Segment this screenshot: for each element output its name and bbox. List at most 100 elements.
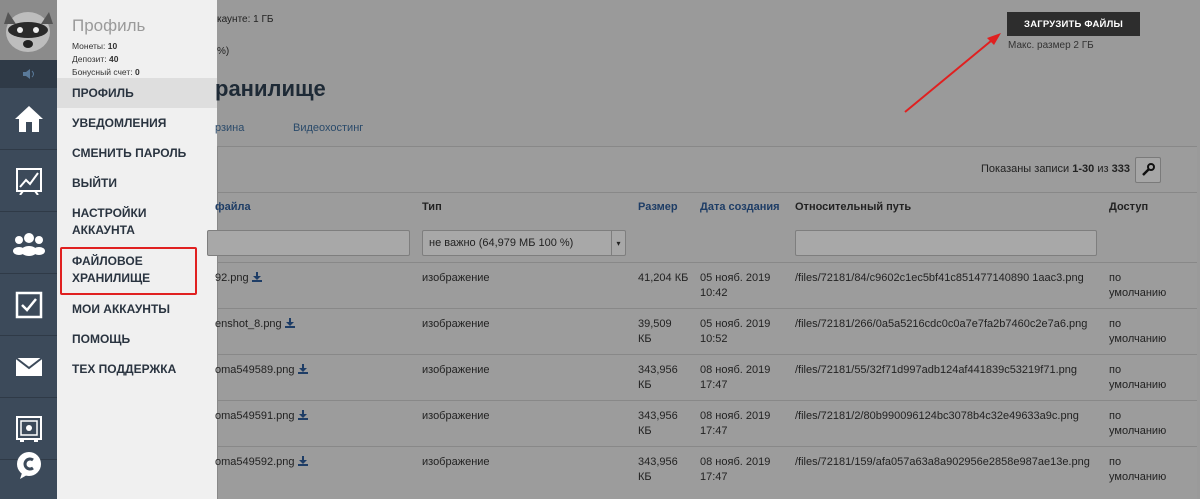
- usage-percent: %): [217, 46, 230, 57]
- file-name-cell: 92.png: [215, 271, 415, 286]
- access-line-2: умолчанию: [1109, 287, 1167, 299]
- avatar[interactable]: [0, 0, 57, 60]
- menu-item-support[interactable]: ТЕХ ПОДДЕРЖКА: [57, 354, 217, 384]
- access-line-2: умолчанию: [1109, 333, 1167, 345]
- access-line-1: по: [1109, 364, 1122, 376]
- file-path: /files/72181/159/afa057a63a8a902956e2858…: [795, 456, 1090, 468]
- file-type: изображение: [422, 272, 490, 284]
- chat-icon[interactable]: [0, 430, 57, 499]
- size-unit: КБ: [638, 379, 652, 391]
- date-value: 05 нояб. 2019: [700, 272, 771, 284]
- file-date: 05 нояб. 2019 10:52: [700, 317, 790, 347]
- access-line-2: умолчанию: [1109, 379, 1167, 391]
- main-content: каунте: 1 ГБ %) ЗАГРУЗИТЬ ФАЙЛЫ Макс. ра…: [207, 0, 1200, 499]
- size-unit: КБ: [638, 333, 652, 345]
- file-date: 08 нояб. 2019 17:47: [700, 455, 790, 485]
- path-filter-input[interactable]: [795, 230, 1097, 256]
- deposit-value: 40: [109, 54, 119, 64]
- chart-icon[interactable]: [0, 150, 57, 212]
- time-value: 10:52: [700, 333, 728, 345]
- menu-item-change-password[interactable]: СМЕНИТЬ ПАРОЛЬ: [57, 138, 217, 168]
- file-access: по умолчанию: [1109, 317, 1189, 347]
- col-header-path: Относительный путь: [795, 201, 912, 213]
- file-date: 08 нояб. 2019 17:47: [700, 409, 790, 439]
- access-line-1: по: [1109, 456, 1122, 468]
- row-divider: [217, 354, 1197, 355]
- col-header-size[interactable]: Размер: [638, 201, 678, 213]
- checkbox-icon[interactable]: [0, 274, 57, 336]
- filename-filter-input[interactable]: [207, 230, 410, 256]
- account-info: каунте: 1 ГБ: [217, 14, 274, 25]
- tab-trash[interactable]: рзина: [215, 122, 244, 134]
- access-line-1: по: [1109, 272, 1122, 284]
- file-access: по умолчанию: [1109, 409, 1189, 439]
- file-name[interactable]: oma549592.png: [215, 456, 295, 468]
- file-type: изображение: [422, 318, 490, 330]
- records-info: Показаны записи 1-30 из 333: [981, 163, 1130, 175]
- users-icon[interactable]: [0, 212, 57, 274]
- col-header-type: Тип: [422, 201, 442, 213]
- divider: [217, 192, 1197, 193]
- date-value: 05 нояб. 2019: [700, 318, 771, 330]
- file-name[interactable]: oma549591.png: [215, 410, 295, 422]
- coins-value: 10: [107, 41, 118, 51]
- time-value: 17:47: [700, 425, 728, 437]
- col-header-access: Доступ: [1109, 201, 1149, 213]
- file-path: /files/72181/266/0a5a5216cdc0c0a7e7fa2b7…: [795, 318, 1088, 330]
- access-line-2: умолчанию: [1109, 425, 1167, 437]
- file-name-cell: oma549591.png: [215, 409, 415, 424]
- red-arrow: [904, 33, 1001, 113]
- access-line-1: по: [1109, 410, 1122, 422]
- download-icon[interactable]: [297, 364, 308, 374]
- file-date: 05 нояб. 2019 10:42: [700, 271, 790, 301]
- file-access: по умолчанию: [1109, 455, 1189, 485]
- file-path: /files/72181/55/32f71d997adb124af441839c…: [795, 364, 1077, 376]
- deposit-line: Депозит: 40: [72, 54, 119, 64]
- file-access: по умолчанию: [1109, 363, 1189, 393]
- mail-icon[interactable]: [0, 336, 57, 398]
- file-type: изображение: [422, 364, 490, 376]
- file-name[interactable]: 92.png: [215, 272, 249, 284]
- file-path: /files/72181/84/c9602c1ec5bf41c851477140…: [795, 272, 1084, 284]
- size-value: 343,956: [638, 410, 678, 422]
- tab-videohosting[interactable]: Видеохостинг: [293, 122, 363, 134]
- menu-item-help[interactable]: ПОМОЩЬ: [57, 324, 217, 354]
- type-filter-select[interactable]: не важно (64,979 МБ 100 %) ▾: [422, 230, 626, 256]
- max-size-note: Макс. размер 2 ГБ: [1008, 40, 1094, 51]
- download-icon[interactable]: [297, 410, 308, 420]
- row-divider: [217, 308, 1197, 309]
- access-line-1: по: [1109, 318, 1122, 330]
- coins-line: Монеты: 10: [72, 41, 118, 51]
- size-unit: КБ: [638, 425, 652, 437]
- menu-item-notifications[interactable]: УВЕДОМЛЕНИЯ: [57, 108, 217, 138]
- file-name[interactable]: oma549589.png: [215, 364, 295, 376]
- download-icon[interactable]: [297, 456, 308, 466]
- date-value: 08 нояб. 2019: [700, 410, 771, 422]
- menu-item-my-accounts[interactable]: МОИ АККАУНТЫ: [57, 294, 217, 324]
- file-size: 343,956 КБ: [638, 409, 698, 439]
- col-header-filename[interactable]: файла: [215, 201, 251, 213]
- menu-item-account-settings[interactable]: НАСТРОЙКИ АККАУНТА: [57, 200, 167, 244]
- bonus-line: Бонусный счет: 0: [72, 67, 140, 77]
- menu-item-profile[interactable]: ПРОФИЛЬ: [57, 78, 217, 108]
- access-line-2: умолчанию: [1109, 471, 1167, 483]
- highlight-box: [60, 247, 197, 295]
- size-unit: КБ: [638, 471, 652, 483]
- download-icon[interactable]: [251, 272, 262, 282]
- row-divider: [217, 262, 1197, 263]
- menu-item-logout[interactable]: ВЫЙТИ: [57, 168, 217, 198]
- file-date: 08 нояб. 2019 17:47: [700, 363, 790, 393]
- settings-button[interactable]: [1135, 157, 1161, 183]
- time-value: 17:47: [700, 471, 728, 483]
- volume-icon[interactable]: [0, 60, 57, 88]
- download-icon[interactable]: [284, 318, 295, 328]
- icon-rail: [0, 0, 57, 499]
- size-value: 39,509: [638, 318, 672, 330]
- home-icon[interactable]: [0, 88, 57, 150]
- file-name[interactable]: enshot_8.png: [215, 318, 282, 330]
- file-path: /files/72181/2/80b990096124bc3078b4c32e4…: [795, 410, 1079, 422]
- col-header-date[interactable]: Дата создания: [700, 201, 780, 213]
- file-name-cell: enshot_8.png: [215, 317, 415, 332]
- date-value: 08 нояб. 2019: [700, 456, 771, 468]
- upload-button[interactable]: ЗАГРУЗИТЬ ФАЙЛЫ: [1007, 12, 1140, 36]
